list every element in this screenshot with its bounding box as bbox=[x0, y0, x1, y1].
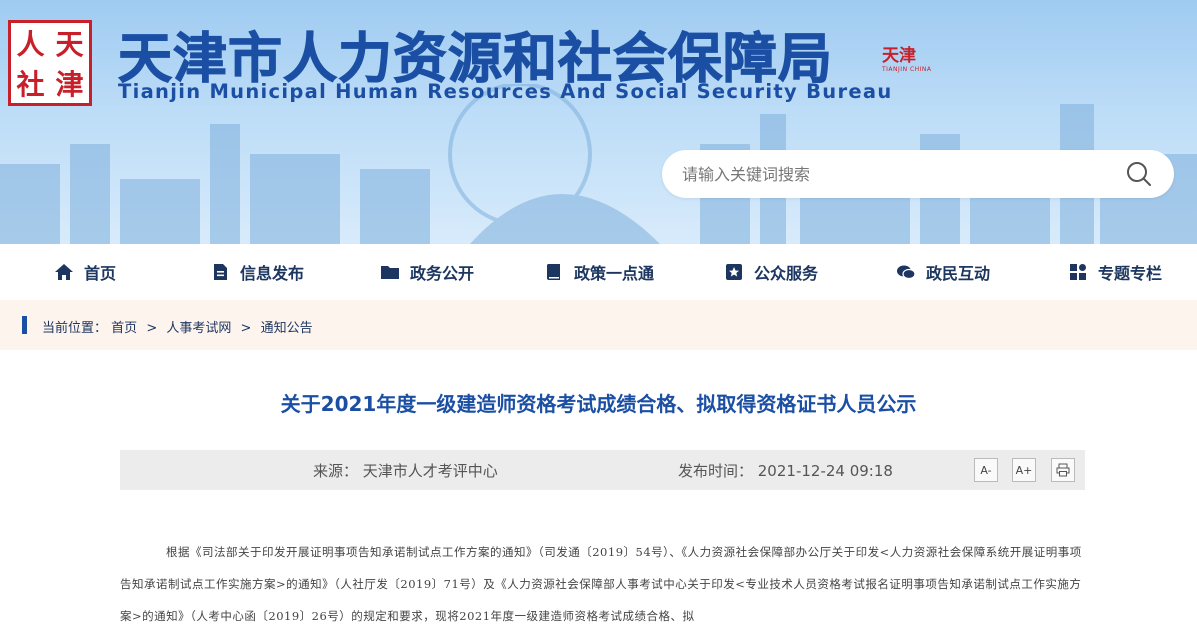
breadcrumb-link-exam[interactable]: 人事考试网 bbox=[166, 321, 231, 336]
logo-char: 津 bbox=[55, 68, 84, 101]
nav-item-policy[interactable]: 政策一点通 bbox=[544, 244, 654, 300]
logo-char: 天 bbox=[55, 28, 84, 61]
print-button[interactable] bbox=[1051, 458, 1075, 482]
nav-item-label: 政策一点通 bbox=[574, 264, 655, 283]
nav-item-label: 信息发布 bbox=[240, 264, 305, 283]
star-badge-icon bbox=[726, 264, 742, 280]
tianjin-emblem: 天津 TIANJIN CHINA bbox=[882, 46, 932, 102]
nav-item-label: 首页 bbox=[84, 264, 117, 283]
breadcrumb-separator: > bbox=[146, 321, 158, 336]
nav-item-info[interactable]: 信息发布 bbox=[210, 244, 304, 300]
nav-item-label: 公众服务 bbox=[754, 264, 819, 283]
grid-icon bbox=[1070, 264, 1086, 280]
chat-icon bbox=[897, 265, 916, 280]
nav-item-public-service[interactable]: 公众服务 bbox=[724, 244, 818, 300]
emblem-subtext: TIANJIN CHINA bbox=[882, 66, 932, 73]
document-icon bbox=[214, 264, 227, 280]
site-logo[interactable]: 人 天 社 津 bbox=[8, 20, 92, 106]
home-icon bbox=[55, 264, 73, 280]
article-title: 关于2021年度一级建造师资格考试成绩合格、拟取得资格证书人员公示 bbox=[280, 392, 917, 416]
font-decrease-button[interactable]: A- bbox=[974, 458, 998, 482]
nav-item-label: 专题专栏 bbox=[1098, 264, 1163, 283]
breadcrumb-link-home[interactable]: 首页 bbox=[111, 321, 137, 336]
article-meta-bar: 来源： 天津市人才考评中心 发布时间： 2021-12-24 09:18 A- … bbox=[120, 450, 1085, 490]
main-nav: 首页 信息发布 政务公开 政策一点通 公众服务 政民互动 专题专栏 bbox=[0, 244, 1197, 300]
emblem-text: 天津 bbox=[882, 46, 916, 66]
book-icon bbox=[547, 264, 560, 280]
nav-item-gov-affairs[interactable]: 政务公开 bbox=[380, 244, 474, 300]
nav-item-interaction[interactable]: 政民互动 bbox=[896, 244, 990, 300]
printer-icon bbox=[1056, 463, 1070, 477]
nav-item-topics[interactable]: 专题专栏 bbox=[1068, 244, 1162, 300]
breadcrumb-separator: > bbox=[240, 321, 252, 336]
search-input[interactable] bbox=[682, 159, 1102, 189]
search-icon[interactable] bbox=[1126, 161, 1152, 187]
logo-char: 人 bbox=[16, 28, 45, 61]
article-body: 根据《司法部关于印发开展证明事项告知承诺制试点工作方案的通知》（司发通〔2019… bbox=[120, 536, 1085, 632]
site-title-en: Tianjin Municipal Human Resources And So… bbox=[118, 80, 893, 103]
article-paragraph: 根据《司法部关于印发开展证明事项告知承诺制试点工作方案的通知》（司发通〔2019… bbox=[120, 545, 1082, 623]
font-increase-button[interactable]: A+ bbox=[1012, 458, 1036, 482]
breadcrumb-marker bbox=[22, 316, 27, 334]
site-header: 人 天 社 津 天津市人力资源和社会保障局 Tianjin Municipal … bbox=[0, 0, 1197, 244]
breadcrumb-prefix: 当前位置： bbox=[42, 321, 108, 336]
nav-item-label: 政务公开 bbox=[410, 264, 475, 283]
article-source: 来源： 天津市人才考评中心 bbox=[313, 462, 498, 480]
article-panel: 关于2021年度一级建造师资格考试成绩合格、拟取得资格证书人员公示 来源： 天津… bbox=[0, 350, 1197, 637]
breadcrumb: 当前位置： 首页 > 人事考试网 > 通知公告 bbox=[42, 317, 313, 336]
folder-icon bbox=[381, 266, 399, 279]
article-publish-time: 发布时间： 2021-12-24 09:18 bbox=[678, 462, 893, 480]
logo-char: 社 bbox=[16, 68, 45, 101]
breadcrumb-bar: 当前位置： 首页 > 人事考试网 > 通知公告 bbox=[0, 300, 1197, 350]
nav-item-label: 政民互动 bbox=[926, 264, 991, 283]
nav-item-home[interactable]: 首页 bbox=[54, 244, 116, 300]
breadcrumb-link-notice[interactable]: 通知公告 bbox=[261, 321, 313, 336]
search-box bbox=[662, 150, 1174, 198]
